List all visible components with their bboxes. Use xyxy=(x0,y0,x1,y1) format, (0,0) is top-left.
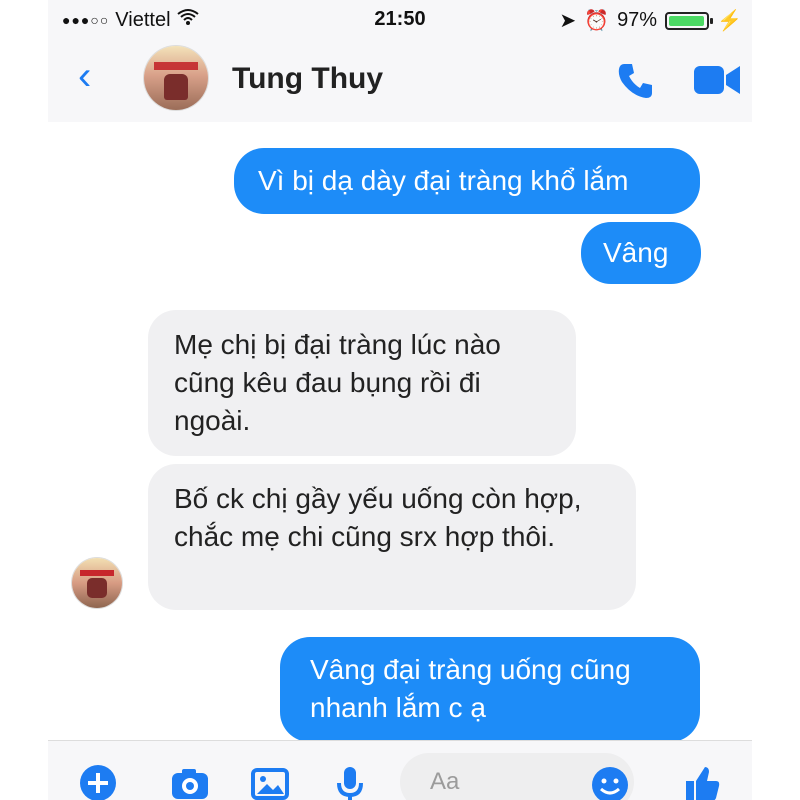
status-right: ➤ ⏰ 97% ⚡ xyxy=(559,8,742,33)
message-list[interactable]: Vì bị dạ dày đại tràng khổ lắm Vâng Mẹ c… xyxy=(48,122,752,740)
phone-icon xyxy=(618,64,652,98)
contact-name[interactable]: Tung Thuy xyxy=(232,62,383,96)
back-button[interactable]: ‹ xyxy=(78,56,91,96)
location-icon: ➤ xyxy=(559,10,577,32)
photo-button[interactable] xyxy=(248,763,289,800)
video-call-button[interactable] xyxy=(692,58,740,102)
camera-button[interactable] xyxy=(168,763,208,800)
microphone-button[interactable] xyxy=(330,763,370,800)
message-bubble-outgoing: Vâng đại tràng uống cũng nhanh lắm c ạ xyxy=(280,637,700,740)
plus-icon xyxy=(80,765,116,800)
add-button[interactable] xyxy=(78,763,118,800)
microphone-icon xyxy=(337,767,363,800)
message-bubble-outgoing: Vâng xyxy=(581,222,701,284)
chevron-left-icon: ‹ xyxy=(78,54,92,98)
alarm-icon: ⏰ xyxy=(584,10,610,32)
battery-icon xyxy=(665,11,714,30)
messenger-screen: ●●●○○ Viettel 21:50 ➤ ⏰ 97% ⚡ ‹ Tung Thu… xyxy=(48,0,752,800)
composer-bar: Aa xyxy=(48,740,752,800)
battery-percent: 97% xyxy=(617,9,658,31)
image-icon xyxy=(251,768,289,800)
message-bubble-incoming: Mẹ chị bị đại tràng lúc nào cũng kêu đau… xyxy=(148,310,576,456)
message-bubble-incoming: Bố ck chị gầy yếu uống còn hợp, chắc mẹ … xyxy=(148,464,636,610)
camera-icon xyxy=(172,769,208,799)
like-button[interactable] xyxy=(678,761,722,800)
sender-avatar[interactable] xyxy=(72,558,122,608)
left-background xyxy=(0,0,48,800)
video-icon xyxy=(694,66,740,94)
conversation-header: ‹ Tung Thuy xyxy=(48,38,752,123)
emoji-icon xyxy=(592,767,628,800)
thumbs-up-icon xyxy=(686,767,720,800)
phone-button[interactable] xyxy=(614,58,662,102)
right-background xyxy=(752,0,800,800)
status-bar: ●●●○○ Viettel 21:50 ➤ ⏰ 97% ⚡ xyxy=(48,0,752,38)
contact-avatar[interactable] xyxy=(144,46,208,110)
message-bubble-outgoing: Vì bị dạ dày đại tràng khổ lắm xyxy=(234,148,700,214)
charging-icon: ⚡ xyxy=(717,10,742,32)
emoji-button[interactable] xyxy=(590,765,630,800)
